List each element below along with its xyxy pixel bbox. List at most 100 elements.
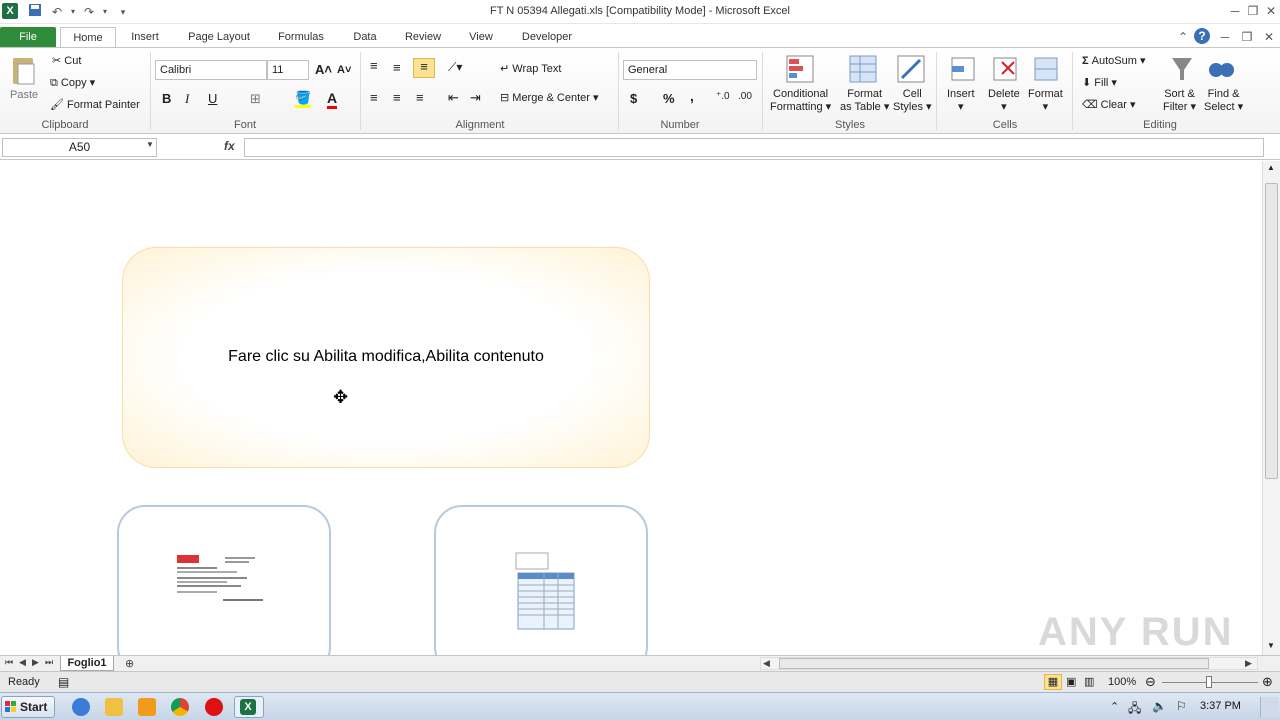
doc-restore-icon[interactable]: ❐ — [1238, 28, 1256, 46]
format-painter-button[interactable]: 🖌 Format Painter — [50, 98, 140, 111]
increase-indent-icon[interactable]: ⇥ — [470, 90, 481, 106]
align-middle-icon[interactable]: ≡ — [393, 60, 401, 75]
wrap-text-button[interactable]: ↵ Wrap Text — [500, 62, 561, 75]
tab-developer[interactable]: Developer — [512, 27, 582, 48]
font-name-select[interactable]: Calibri — [155, 60, 267, 80]
sort-filter-icon[interactable] — [1166, 54, 1196, 87]
insert-cells-icon[interactable] — [948, 54, 978, 87]
grow-font-icon[interactable]: A˄ — [315, 62, 332, 77]
delete-cells-icon[interactable] — [990, 54, 1020, 87]
underline-button[interactable]: U — [208, 91, 217, 106]
font-color-icon[interactable]: A — [327, 90, 338, 109]
decrease-decimal-icon[interactable]: .00 — [738, 91, 752, 102]
orientation-icon[interactable]: ⟋▾ — [448, 60, 462, 75]
cut-button[interactable]: ✂ Cut — [52, 54, 81, 67]
conditional-formatting-icon[interactable] — [785, 54, 815, 87]
autosum-button[interactable]: Σ AutoSum ▾ — [1082, 54, 1146, 67]
minimize-ribbon-icon[interactable]: ⌃ — [1174, 28, 1192, 46]
align-bottom-icon[interactable]: ≡ — [413, 58, 435, 78]
minimize-icon[interactable]: ─ — [1226, 2, 1244, 20]
format-cells-button[interactable]: Format ▾ — [1028, 88, 1063, 113]
increase-decimal-icon[interactable]: ⁺.0 — [716, 91, 730, 102]
vertical-scrollbar[interactable]: ▲ ▼ — [1262, 161, 1280, 655]
insert-cells-button[interactable]: Insert ▾ — [947, 88, 975, 113]
media-player-icon[interactable] — [138, 698, 156, 716]
delete-cells-button[interactable]: Delete ▾ — [988, 88, 1020, 113]
conditional-formatting-button[interactable]: Conditional Formatting ▾ — [770, 88, 831, 113]
next-sheet-icon[interactable]: ▶ — [32, 657, 39, 668]
format-as-table-button[interactable]: Format as Table ▾ — [840, 88, 889, 113]
page-layout-view-icon[interactable]: ▣ — [1066, 675, 1076, 688]
number-format-select[interactable]: General — [623, 60, 757, 80]
align-left-icon[interactable]: ≡ — [370, 90, 378, 105]
tab-insert[interactable]: Insert — [122, 27, 168, 48]
fill-color-icon[interactable]: 🪣 — [295, 90, 312, 108]
tab-page-layout[interactable]: Page Layout — [180, 27, 258, 48]
scroll-up-icon[interactable]: ▲ — [1267, 163, 1275, 172]
zoom-level[interactable]: 100% — [1108, 676, 1136, 688]
clear-button[interactable]: ⌫ Clear ▾ — [1082, 98, 1136, 111]
tab-view[interactable]: View — [460, 27, 502, 48]
document-thumbnail-card[interactable] — [434, 505, 648, 655]
file-explorer-icon[interactable] — [105, 698, 123, 716]
align-top-icon[interactable]: ≡ — [370, 58, 378, 73]
prev-sheet-icon[interactable]: ◀ — [19, 657, 26, 668]
scroll-down-icon[interactable]: ▼ — [1267, 641, 1275, 650]
horizontal-scroll-thumb[interactable] — [779, 658, 1209, 669]
restore-icon[interactable]: ❐ — [1244, 2, 1262, 20]
opera-icon[interactable] — [205, 698, 223, 716]
zoom-out-icon[interactable]: ⊖ — [1145, 674, 1156, 690]
merge-center-button[interactable]: ⊟ Merge & Center ▾ — [500, 91, 599, 104]
horizontal-scrollbar[interactable]: ◀ ▶ — [760, 657, 1258, 670]
tab-formulas[interactable]: Formulas — [270, 27, 332, 48]
zoom-slider-thumb[interactable] — [1206, 676, 1212, 688]
network-icon[interactable]: 🖧 — [1128, 699, 1141, 720]
paste-button[interactable]: Paste — [10, 89, 38, 101]
shrink-font-icon[interactable]: A˅ — [337, 64, 351, 76]
last-sheet-icon[interactable]: ⏭ — [45, 657, 53, 668]
show-desktop-button[interactable] — [1260, 697, 1278, 717]
first-sheet-icon[interactable]: ⏮ — [5, 657, 13, 668]
doc-close-icon[interactable]: ✕ — [1260, 28, 1278, 46]
comma-button[interactable]: , — [690, 88, 694, 104]
vertical-scroll-thumb[interactable] — [1265, 183, 1278, 479]
percent-button[interactable]: % — [663, 91, 675, 106]
currency-button[interactable]: $ — [630, 91, 637, 106]
close-icon[interactable]: ✕ — [1262, 2, 1280, 20]
format-as-table-icon[interactable] — [848, 54, 878, 87]
name-box[interactable]: A50 — [2, 138, 157, 157]
normal-view-icon[interactable]: ▦ — [1044, 674, 1062, 690]
bold-button[interactable]: B — [162, 91, 171, 106]
paste-icon[interactable] — [10, 54, 38, 91]
doc-minimize-icon[interactable]: ─ — [1216, 28, 1234, 46]
worksheet-area[interactable]: Fare clic su Abilita modifica,Abilita co… — [0, 161, 1262, 655]
tab-home[interactable]: Home — [60, 27, 116, 48]
tab-file[interactable]: File — [0, 27, 56, 48]
find-select-button[interactable]: Find & Select ▾ — [1204, 88, 1243, 113]
insert-sheet-icon[interactable]: ⊕ — [125, 657, 134, 670]
scroll-left-icon[interactable]: ◀ — [763, 658, 770, 669]
align-right-icon[interactable]: ≡ — [416, 90, 424, 105]
volume-icon[interactable]: 🔈 — [1152, 699, 1167, 713]
zoom-in-icon[interactable]: ⊕ — [1262, 674, 1273, 690]
sheet-tab-foglio1[interactable]: Foglio1 — [60, 656, 114, 671]
formula-input[interactable] — [244, 138, 1264, 157]
cell-styles-icon[interactable] — [896, 54, 926, 87]
insert-function-icon[interactable]: fx — [224, 139, 235, 153]
page-break-view-icon[interactable]: ▥ — [1084, 675, 1094, 688]
help-icon[interactable]: ? — [1194, 28, 1210, 44]
name-box-dropdown-icon[interactable]: ▼ — [146, 140, 154, 149]
align-center-icon[interactable]: ≡ — [393, 90, 401, 105]
internet-explorer-icon[interactable] — [72, 698, 90, 716]
document-thumbnail-card[interactable] — [117, 505, 331, 655]
notice-shape[interactable]: Fare clic su Abilita modifica,Abilita co… — [122, 247, 650, 468]
decrease-indent-icon[interactable]: ⇤ — [448, 90, 459, 106]
italic-button[interactable]: I — [185, 91, 189, 107]
clock[interactable]: 3:37 PM — [1200, 700, 1241, 712]
font-size-select[interactable]: 11 — [267, 60, 309, 80]
sort-filter-button[interactable]: Sort & Filter ▾ — [1163, 88, 1196, 113]
tab-data[interactable]: Data — [344, 27, 386, 48]
action-center-flag-icon[interactable]: ⚐ — [1176, 699, 1187, 713]
tab-review[interactable]: Review — [396, 27, 450, 48]
borders-icon[interactable]: ⊞ — [250, 91, 261, 107]
